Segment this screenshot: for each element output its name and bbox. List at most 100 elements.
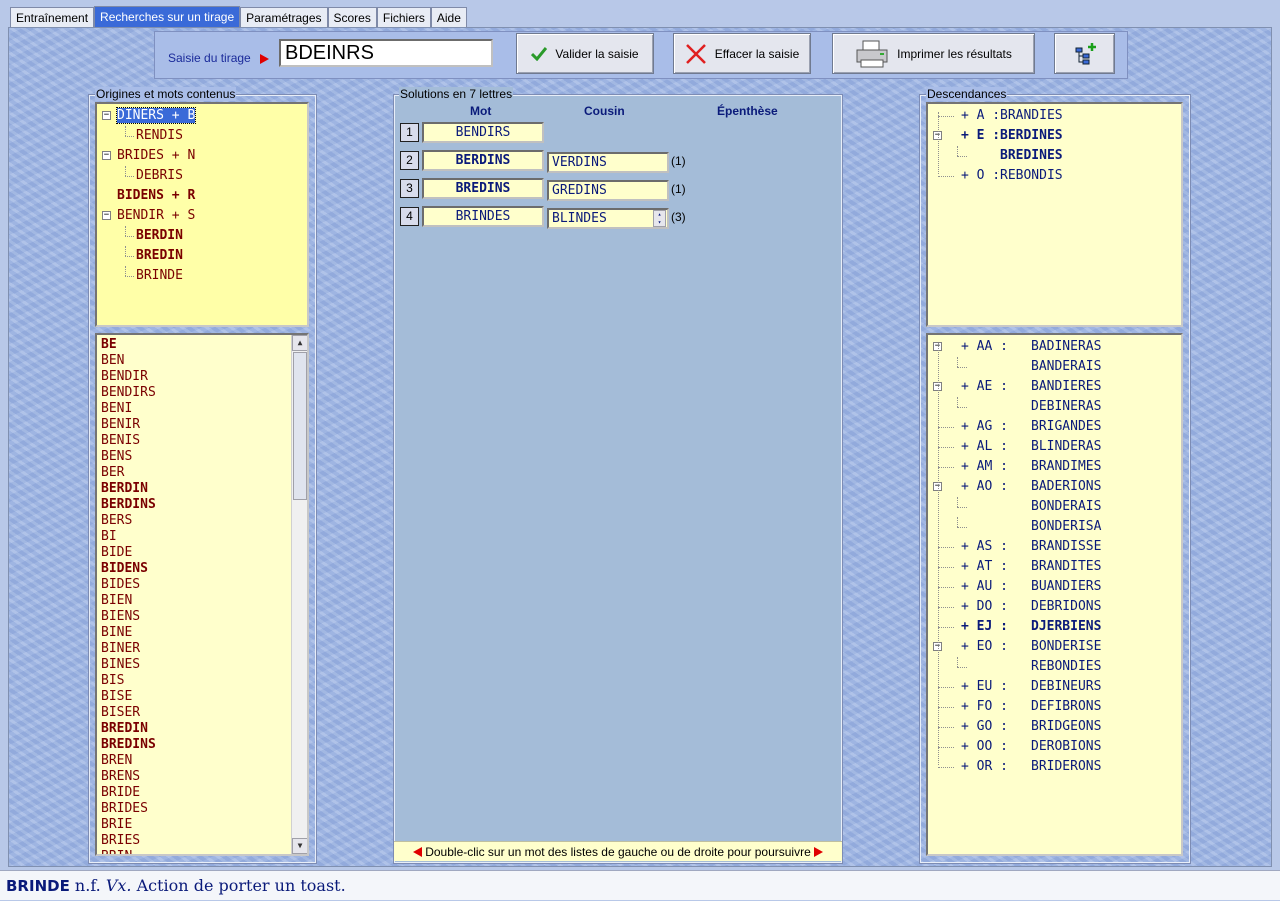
list-item[interactable]: BENIR	[101, 417, 140, 433]
descendance-item[interactable]: DEBINERAS	[961, 397, 1101, 417]
descendance-item[interactable]: + OO : DEROBIONS	[961, 737, 1101, 757]
collapse-icon[interactable]: −	[102, 211, 111, 220]
descendance-item[interactable]: BONDERAIS	[961, 497, 1101, 517]
descendances-bottom-tree[interactable]: + AA : BADINERAS − BANDERAIS + AE : BANDIERES…	[926, 333, 1183, 856]
tab-fichiers[interactable]: Fichiers	[376, 7, 431, 28]
descendance-item[interactable]: + AE : BANDIERES	[961, 377, 1101, 397]
tab-recherches-sur-un-tirage[interactable]: Recherches sur un tirage	[94, 6, 241, 28]
descendance-prefix: + AG :	[961, 419, 1008, 434]
list-item[interactable]: BREDIN	[101, 721, 148, 737]
list-item[interactable]: BI	[101, 529, 117, 545]
origine-tree-item[interactable]: BRIDES + N	[117, 146, 195, 166]
origine-tree-item[interactable]: DINERS + B	[115, 106, 197, 126]
origine-tree-item[interactable]: BREDIN	[136, 246, 183, 266]
list-item[interactable]: BENI	[101, 401, 132, 417]
descendance-item[interactable]: + AG : BRIGANDES	[961, 417, 1101, 437]
list-item[interactable]: BENIS	[101, 433, 140, 449]
cousin-spinner[interactable]: ▴ ▾	[653, 210, 666, 227]
scroll-thumb[interactable]	[293, 352, 307, 500]
descendance-item[interactable]: + EU : DEBINEURS	[961, 677, 1101, 697]
descendance-item[interactable]: + E :BERDINES	[961, 126, 1063, 146]
list-item[interactable]: BINE	[101, 625, 132, 641]
list-item[interactable]: BRIN	[101, 849, 132, 854]
list-item[interactable]: BINER	[101, 641, 140, 657]
list-item[interactable]: BRENS	[101, 769, 140, 785]
descendance-item[interactable]: BONDERISA	[961, 517, 1101, 537]
list-item[interactable]: BEN	[101, 353, 124, 369]
descendance-item[interactable]: + AO : BADERIONS	[961, 477, 1101, 497]
descendance-item[interactable]: + AU : BUANDIERS	[961, 577, 1101, 597]
solution-word[interactable]: BREDINS	[422, 178, 544, 199]
origine-tree-item[interactable]: DEBRIS	[136, 166, 183, 186]
list-item[interactable]: BISE	[101, 689, 132, 705]
descendance-item[interactable]: + OR : BRIDERONS	[961, 757, 1101, 777]
origine-tree-item[interactable]: BRINDE	[136, 266, 183, 286]
descendances-top-tree[interactable]: + A :BRANDIES + E :BERDINES − BREDINES + O :…	[926, 102, 1183, 327]
list-item[interactable]: BRIES	[101, 833, 140, 849]
descendance-item[interactable]: + AA : BADINERAS	[961, 337, 1101, 357]
scroll-up-button[interactable]: ▲	[292, 335, 307, 351]
list-item[interactable]: BERDINS	[101, 497, 156, 513]
list-item[interactable]: BIDENS	[101, 561, 148, 577]
list-item[interactable]: BENS	[101, 449, 132, 465]
descendance-item[interactable]: + AL : BLINDERAS	[961, 437, 1101, 457]
descendance-item[interactable]: + FO : DEFIBRONS	[961, 697, 1101, 717]
scroll-down-button[interactable]: ▼	[292, 838, 307, 854]
tab-aide[interactable]: Aide	[430, 7, 467, 28]
origine-tree-item[interactable]: RENDIS	[136, 126, 183, 146]
descendance-item[interactable]: + A :BRANDIES	[961, 106, 1063, 126]
list-item[interactable]: BRIDES	[101, 801, 148, 817]
origine-tree-item[interactable]: BENDIR + S	[117, 206, 195, 226]
list-item[interactable]: BERS	[101, 513, 132, 529]
list-item[interactable]: BIDES	[101, 577, 140, 593]
descendance-item[interactable]: + O :REBONDIS	[961, 166, 1063, 186]
solution-word[interactable]: BENDIRS	[422, 122, 544, 143]
list-item[interactable]: BE	[101, 337, 117, 353]
list-item[interactable]: BRIDE	[101, 785, 140, 801]
list-item[interactable]: BIEN	[101, 593, 132, 609]
list-item[interactable]: BIS	[101, 673, 124, 689]
imprimer-button[interactable]: Imprimer les résultats	[832, 33, 1035, 74]
descendance-item[interactable]: + EJ : DJERBIENS	[961, 617, 1101, 637]
collapse-icon[interactable]: −	[102, 111, 111, 120]
effacer-button[interactable]: Effacer la saisie	[673, 33, 811, 74]
descendance-item[interactable]: + EO : BONDERISE	[961, 637, 1101, 657]
tab-entra-nement[interactable]: Entraînement	[10, 7, 95, 28]
list-item[interactable]: BREDINS	[101, 737, 156, 753]
solution-word[interactable]: BRINDES	[422, 206, 544, 227]
tirage-input[interactable]	[279, 39, 493, 67]
origines-tree[interactable]: DINERS + B − RENDIS BRIDES + N − DEBRIS BIDENS…	[95, 102, 309, 327]
origine-tree-item[interactable]: BERDIN	[136, 226, 183, 246]
descendance-item[interactable]: + AS : BRANDISSE	[961, 537, 1101, 557]
descendance-item[interactable]: BANDERAIS	[961, 357, 1101, 377]
cousin-field[interactable]: VERDINS	[547, 152, 669, 173]
list-item[interactable]: BIENS	[101, 609, 140, 625]
tab-scores[interactable]: Scores	[327, 7, 377, 28]
cousin-field[interactable]: GREDINS	[547, 180, 669, 201]
list-item[interactable]: BERDIN	[101, 481, 148, 497]
arrow-left-icon	[413, 846, 423, 857]
list-item[interactable]: BISER	[101, 705, 140, 721]
descendance-item[interactable]: BREDINES	[961, 146, 1063, 166]
descendance-item[interactable]: + AT : BRANDITES	[961, 557, 1101, 577]
list-item[interactable]: BREN	[101, 753, 132, 769]
list-item[interactable]: BRIE	[101, 817, 132, 833]
descendance-item[interactable]: REBONDIES	[961, 657, 1101, 677]
tab-param-trages[interactable]: Paramétrages	[240, 7, 328, 28]
descendance-item[interactable]: + DO : DEBRIDONS	[961, 597, 1101, 617]
list-item[interactable]: BINES	[101, 657, 140, 673]
word-list[interactable]: ▲ ▼ BE BEN BENDIR BENDIRS BENI BENIR BENIS BENS…	[95, 333, 309, 856]
list-item[interactable]: BENDIRS	[101, 385, 156, 401]
list-item[interactable]: BIDE	[101, 545, 132, 561]
list-item[interactable]: BENDIR	[101, 369, 148, 385]
descendance-item[interactable]: + AM : BRANDIMES	[961, 457, 1101, 477]
tree-add-button[interactable]	[1054, 33, 1115, 74]
list-item[interactable]: BER	[101, 465, 124, 481]
cousin-field[interactable]: BLINDES ▴ ▾	[547, 208, 669, 229]
valider-button[interactable]: Valider la saisie	[516, 33, 654, 74]
collapse-icon[interactable]: −	[102, 151, 111, 160]
word-list-scrollbar[interactable]: ▲ ▼	[291, 335, 307, 854]
origine-tree-item[interactable]: BIDENS + R	[117, 186, 195, 206]
solution-word[interactable]: BERDINS	[422, 150, 544, 171]
descendance-item[interactable]: + GO : BRIDGEONS	[961, 717, 1101, 737]
